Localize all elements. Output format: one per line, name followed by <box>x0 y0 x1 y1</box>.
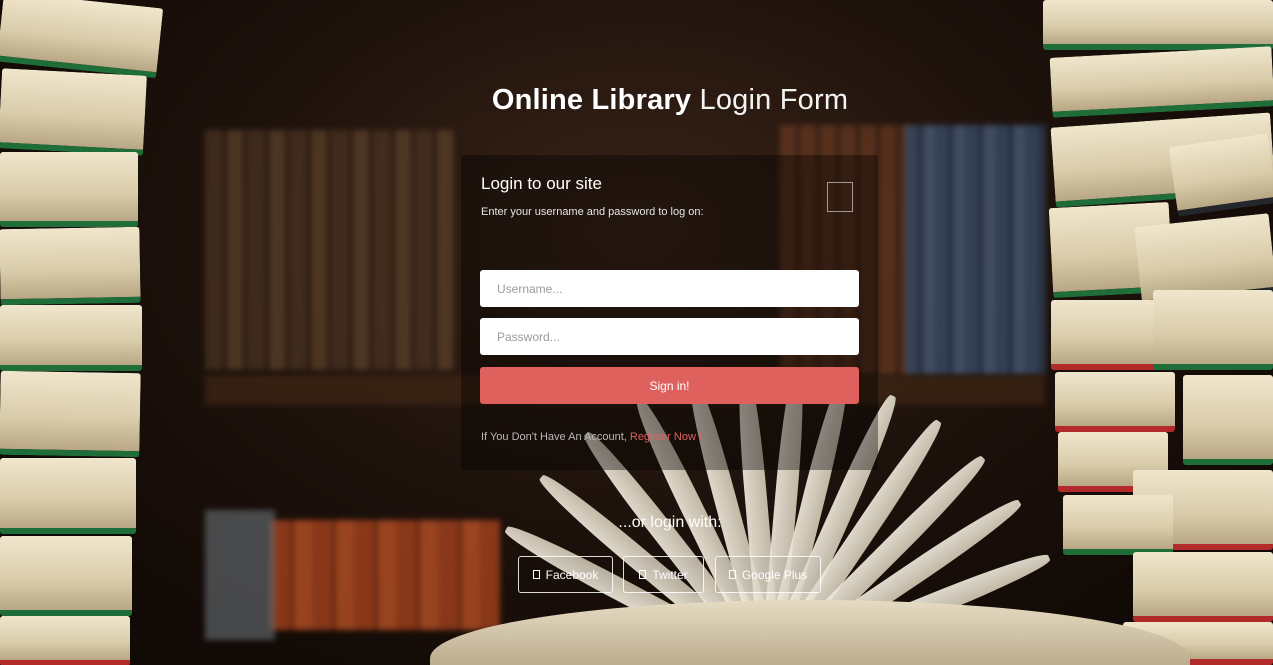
register-link[interactable]: Register Now ! <box>630 431 702 443</box>
register-prompt-text: If You Don't Have An Account, <box>481 431 630 443</box>
background-shelf-books <box>905 125 1045 375</box>
twitter-icon <box>639 570 647 579</box>
login-subtitle: Enter your username and password to log … <box>481 206 704 218</box>
twitter-label: Twitter <box>652 567 688 582</box>
register-prompt: If You Don't Have An Account, Register N… <box>481 431 702 443</box>
login-panel: Login to our site Enter your username an… <box>461 155 878 470</box>
facebook-icon <box>532 570 540 579</box>
google-plus-icon <box>728 570 736 579</box>
username-input[interactable] <box>480 270 859 307</box>
twitter-login-button[interactable]: Twitter <box>623 556 704 593</box>
page-title: Online Library Login Form <box>0 84 1273 117</box>
password-input[interactable] <box>480 318 859 355</box>
lock-icon <box>827 182 853 212</box>
title-light: Login Form <box>699 84 849 116</box>
facebook-login-button[interactable]: Facebook <box>518 556 613 593</box>
google-plus-label: Google Plus <box>741 567 808 582</box>
google-plus-login-button[interactable]: Google Plus <box>715 556 821 593</box>
title-bold: Online Library <box>491 84 692 116</box>
login-title: Login to our site <box>481 174 602 193</box>
background-shelf-books <box>205 130 455 370</box>
sign-in-button[interactable]: Sign in! <box>480 367 859 404</box>
facebook-label: Facebook <box>545 567 599 582</box>
social-login-heading: ...or login with: <box>618 514 722 531</box>
